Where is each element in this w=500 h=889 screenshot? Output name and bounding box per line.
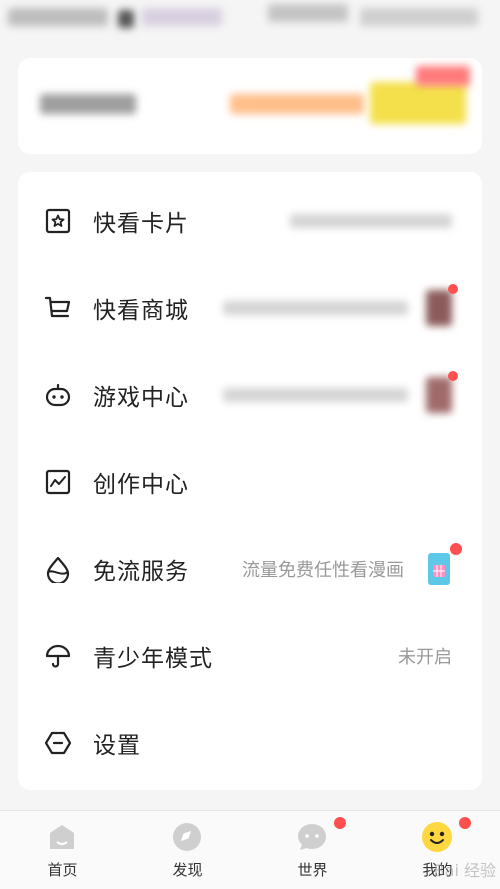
vip-button-blurred[interactable] — [370, 82, 466, 124]
menu-item-label: 快看商城 — [93, 297, 189, 324]
menu-item-label: 游戏中心 — [93, 384, 189, 411]
game-controller-icon — [44, 381, 72, 409]
notification-dot — [448, 371, 458, 381]
vip-badge-blurred — [416, 66, 470, 86]
tab-home[interactable]: 首页 — [0, 811, 125, 889]
sim-card-icon — [426, 551, 452, 587]
blurred-thumbnail — [426, 289, 452, 326]
menu-card: 快看卡片 快看商城 游戏中心 创作中心 免流服务 流量免费任性看漫画 青少年模式… — [18, 172, 482, 790]
top-blurred-strip — [0, 0, 500, 40]
tab-label: 世界 — [297, 861, 328, 879]
umbrella-icon — [44, 642, 72, 670]
menu-item-label: 快看卡片 — [93, 210, 189, 237]
menu-item-subtitle: 流量免费任性看漫画 — [242, 559, 404, 581]
menu-item-label: 设置 — [93, 732, 141, 759]
menu-item-label: 免流服务 — [93, 558, 189, 585]
menu-item-label: 青少年模式 — [93, 645, 213, 672]
menu-item-game-center[interactable]: 游戏中心 — [18, 351, 482, 438]
notification-dot — [448, 284, 458, 294]
bottom-tab-bar: 首页 发现 世界 我的 Bai 经验 — [0, 810, 500, 889]
blurred-subtitle — [223, 387, 408, 402]
chat-bubble-icon — [296, 821, 328, 853]
star-card-icon — [44, 207, 72, 235]
teen-mode-status: 未开启 — [398, 646, 452, 668]
shopping-cart-icon — [44, 294, 72, 322]
menu-item-creator-center[interactable]: 创作中心 — [18, 438, 482, 525]
blurred-subtitle — [290, 213, 452, 228]
menu-item-free-data-service[interactable]: 免流服务 流量免费任性看漫画 — [18, 525, 482, 612]
notification-dot — [334, 817, 346, 829]
tab-discover[interactable]: 发现 — [125, 811, 250, 889]
water-drop-icon — [44, 555, 72, 583]
watermark: Bai 经验 — [433, 861, 496, 880]
vip-title-blurred — [40, 94, 136, 114]
vip-promo-blurred — [230, 94, 364, 114]
menu-item-label: 创作中心 — [93, 471, 189, 498]
blurred-subtitle — [223, 300, 408, 315]
notification-dot — [459, 817, 471, 829]
blurred-thumbnail — [426, 376, 452, 413]
tab-world[interactable]: 世界 — [250, 811, 375, 889]
tab-label: 发现 — [172, 861, 203, 879]
vip-card[interactable] — [18, 58, 482, 154]
smiley-face-icon — [421, 821, 453, 853]
menu-item-teen-mode[interactable]: 青少年模式 未开启 — [18, 612, 482, 699]
notification-dot — [450, 543, 462, 555]
chart-line-icon — [44, 468, 72, 496]
home-icon — [46, 821, 78, 853]
menu-item-kuaikan-card[interactable]: 快看卡片 — [18, 177, 482, 264]
compass-icon — [171, 821, 203, 853]
settings-hexagon-icon — [44, 729, 72, 757]
menu-item-kuaikan-mall[interactable]: 快看商城 — [18, 264, 482, 351]
menu-item-settings[interactable]: 设置 — [18, 699, 482, 786]
tab-label: 首页 — [47, 861, 78, 879]
